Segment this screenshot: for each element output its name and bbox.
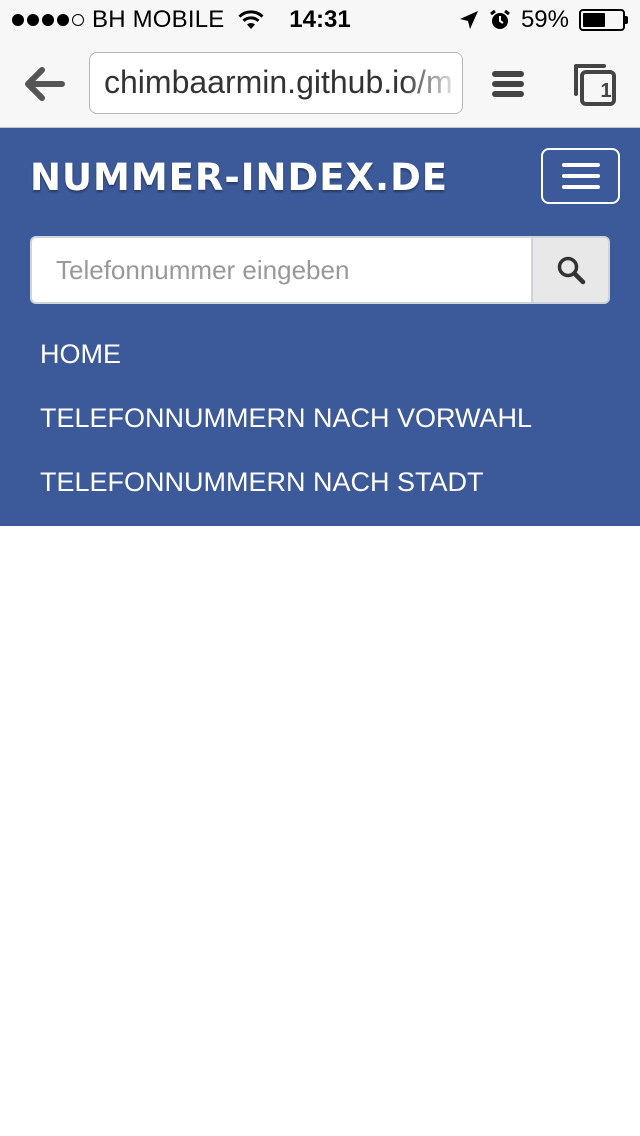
navbar-toggle-button[interactable]	[541, 148, 620, 204]
url-field[interactable]: chimbaarmin.github.io/m	[89, 52, 463, 114]
tabs-button[interactable]: 1	[570, 60, 618, 108]
browser-toolbar: chimbaarmin.github.io/m 1	[0, 40, 640, 128]
brand-logo[interactable]: NUMMER-INDEX.DE	[30, 156, 448, 199]
status-bar: BH MOBILE 14:31 59%	[0, 0, 640, 40]
nav-link-stadt[interactable]: TELEFONNUMMERN NACH STADT	[40, 446, 532, 510]
battery-percent: 59%	[520, 6, 569, 33]
url-text: chimbaarmin.github.io/m	[104, 64, 453, 100]
search-form	[30, 236, 610, 304]
location-arrow-icon	[459, 11, 478, 29]
hamburger-icon[interactable]	[490, 68, 526, 100]
site-navbar: NUMMER-INDEX.DE HOME TELEFONNUMMERN NACH…	[0, 128, 640, 526]
battery-icon	[579, 9, 628, 31]
search-input[interactable]	[30, 236, 531, 304]
tab-count: 1	[600, 80, 612, 102]
status-right: 59%	[459, 6, 628, 34]
nav-link-vorwahl[interactable]: TELEFONNUMMERN NACH VORWAHL	[40, 382, 532, 446]
nav-menu: HOME TELEFONNUMMERN NACH VORWAHL TELEFON…	[40, 318, 532, 510]
search-button[interactable]	[531, 236, 610, 304]
back-arrow-icon[interactable]	[22, 62, 66, 106]
nav-link-home[interactable]: HOME	[40, 318, 532, 382]
search-icon	[557, 256, 585, 285]
alarm-icon	[490, 9, 510, 29]
battery-fill	[583, 13, 606, 27]
